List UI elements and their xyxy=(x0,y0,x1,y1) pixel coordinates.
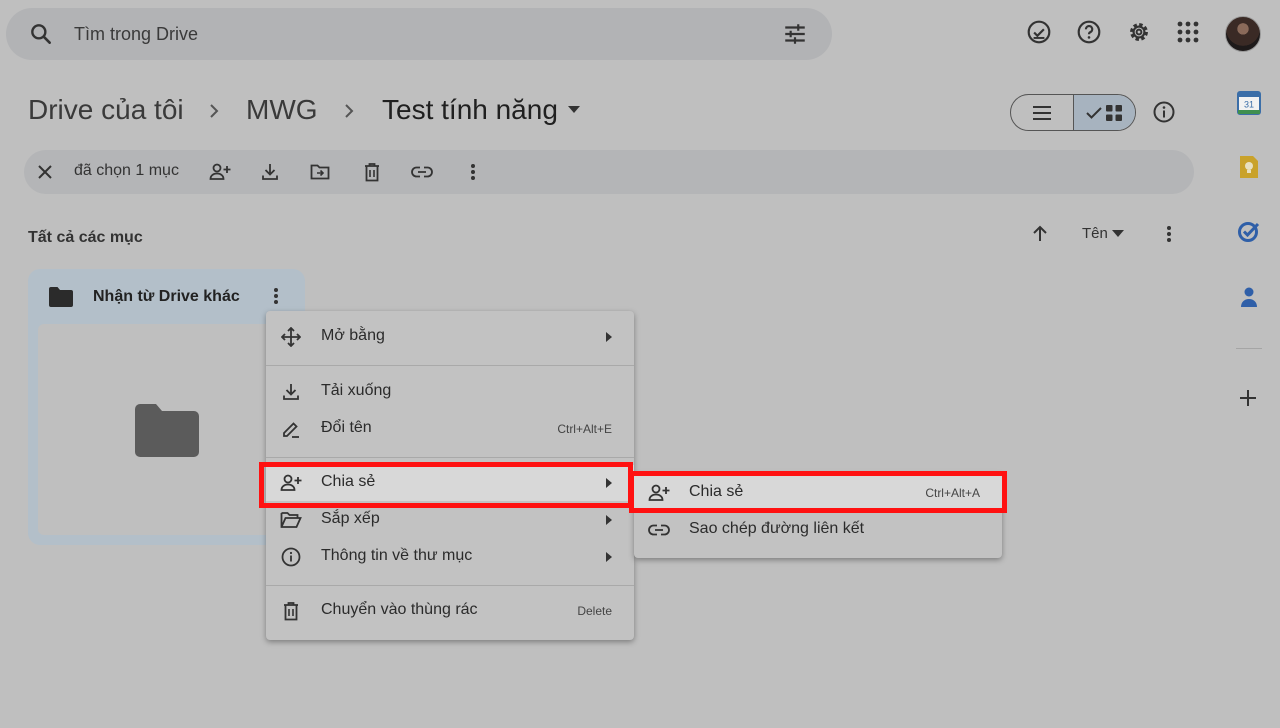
add-icon[interactable] xyxy=(1236,386,1262,412)
avatar[interactable] xyxy=(1225,16,1261,52)
search-icon[interactable] xyxy=(28,21,54,47)
menu-item-label: Sắp xếp xyxy=(321,510,380,527)
apps-icon[interactable] xyxy=(1173,17,1203,47)
link-icon xyxy=(648,519,670,541)
menu-item-open-with[interactable]: Mở bằng xyxy=(266,319,634,355)
menu-divider xyxy=(266,365,634,366)
menu-item-folder-info[interactable]: Thông tin về thư mục xyxy=(266,539,634,575)
view-toggle[interactable] xyxy=(1010,94,1136,131)
caret-down-icon xyxy=(1111,229,1124,238)
calendar-day: 31 xyxy=(1244,100,1254,110)
menu-item-share[interactable]: Chia sẻ xyxy=(266,465,634,501)
keep-icon[interactable] xyxy=(1236,154,1262,180)
calendar-icon[interactable]: 31 xyxy=(1236,90,1262,116)
menu-item-label: Sao chép đường liên kết xyxy=(689,520,865,537)
more-vert-icon[interactable] xyxy=(462,161,484,183)
move-to-folder-icon[interactable] xyxy=(309,161,331,183)
folder-open-icon xyxy=(280,509,302,531)
menu-divider xyxy=(266,585,634,586)
menu-item-shortcut: Ctrl+Alt+A xyxy=(925,486,980,500)
sort-label: Tên xyxy=(1082,225,1108,242)
info-icon xyxy=(280,546,302,568)
close-icon[interactable] xyxy=(34,161,56,183)
selection-count: đã chọn 1 mục xyxy=(74,162,179,179)
share-person-add-icon xyxy=(648,482,670,504)
open-with-move-icon xyxy=(280,326,302,348)
breadcrumb-current-folder[interactable]: Test tính năng xyxy=(382,94,580,126)
menu-item-label: Tải xuống xyxy=(321,382,392,399)
section-title: Tất cả các mục xyxy=(28,229,143,246)
menu-divider xyxy=(266,457,634,458)
menu-item-rename[interactable]: Đổi tên Ctrl+Alt+E xyxy=(266,411,634,447)
submenu-item-share[interactable]: Chia sẻ Ctrl+Alt+A xyxy=(634,475,1002,511)
selection-toolbar: đã chọn 1 mục xyxy=(24,150,1194,194)
trash-icon xyxy=(280,600,302,622)
info-icon[interactable] xyxy=(1149,97,1179,127)
folder-icon xyxy=(48,286,74,308)
help-icon[interactable] xyxy=(1074,17,1104,47)
submenu-arrow-icon xyxy=(606,515,612,525)
menu-item-label: Chia sẻ xyxy=(321,473,376,490)
breadcrumb-current-label: Test tính năng xyxy=(382,94,558,125)
more-vert-icon[interactable] xyxy=(1156,221,1182,247)
chevron-right-icon xyxy=(340,100,358,122)
menu-item-shortcut: Ctrl+Alt+E xyxy=(557,422,612,436)
submenu-arrow-icon xyxy=(606,332,612,342)
menu-item-label: Mở bằng xyxy=(321,327,385,344)
download-icon xyxy=(280,381,302,403)
folder-preview xyxy=(38,324,295,535)
breadcrumb-my-drive[interactable]: Drive của tôi xyxy=(28,94,184,126)
rail-divider xyxy=(1236,348,1262,349)
share-submenu: Chia sẻ Ctrl+Alt+A Sao chép đường liên k… xyxy=(634,473,1002,558)
menu-item-move-to-trash[interactable]: Chuyển vào thùng rác Delete xyxy=(266,593,634,629)
menu-item-label: Chuyển vào thùng rác xyxy=(321,601,478,618)
download-icon[interactable] xyxy=(259,161,281,183)
menu-item-organize[interactable]: Sắp xếp xyxy=(266,502,634,538)
share-person-add-icon[interactable] xyxy=(209,161,231,183)
list-view-button[interactable] xyxy=(1011,95,1073,130)
sort-by-name-button[interactable]: Tên xyxy=(1082,225,1124,242)
list-icon xyxy=(1032,105,1051,120)
grid-view-button[interactable] xyxy=(1072,95,1135,130)
breadcrumb-mwg[interactable]: MWG xyxy=(246,94,318,126)
share-person-add-icon xyxy=(280,472,302,494)
search-options-icon[interactable] xyxy=(782,21,808,47)
settings-icon[interactable] xyxy=(1124,17,1154,47)
submenu-item-copy-link[interactable]: Sao chép đường liên kết xyxy=(634,512,1002,548)
search-bar[interactable]: Tìm trong Drive xyxy=(6,8,832,60)
chevron-right-icon xyxy=(205,100,223,122)
trash-icon[interactable] xyxy=(361,161,383,183)
offline-check-icon[interactable] xyxy=(1024,17,1054,47)
menu-item-label: Đổi tên xyxy=(321,419,372,436)
more-vert-icon[interactable] xyxy=(273,287,279,305)
search-input[interactable]: Tìm trong Drive xyxy=(74,24,198,45)
grid-icon xyxy=(1106,104,1123,121)
folder-large-icon xyxy=(135,403,199,457)
menu-item-label: Thông tin về thư mục xyxy=(321,547,473,564)
sort-direction-icon[interactable] xyxy=(1027,221,1053,247)
menu-item-shortcut: Delete xyxy=(577,604,612,618)
submenu-arrow-icon xyxy=(606,552,612,562)
context-menu: Mở bằng Tải xuống Đổi tên Ctrl+Alt+E Chi… xyxy=(266,311,634,640)
tasks-icon[interactable] xyxy=(1236,218,1262,244)
check-icon xyxy=(1086,106,1103,119)
edit-pencil-icon xyxy=(280,418,302,440)
link-icon[interactable] xyxy=(411,161,433,183)
contacts-icon[interactable] xyxy=(1236,284,1262,310)
menu-item-label: Chia sẻ xyxy=(689,483,744,500)
folder-name: Nhận từ Drive khác xyxy=(93,288,240,305)
caret-down-icon xyxy=(567,106,580,114)
folder-card[interactable]: Nhận từ Drive khác xyxy=(28,269,305,545)
menu-item-download[interactable]: Tải xuống xyxy=(266,374,634,410)
submenu-arrow-icon xyxy=(606,478,612,488)
